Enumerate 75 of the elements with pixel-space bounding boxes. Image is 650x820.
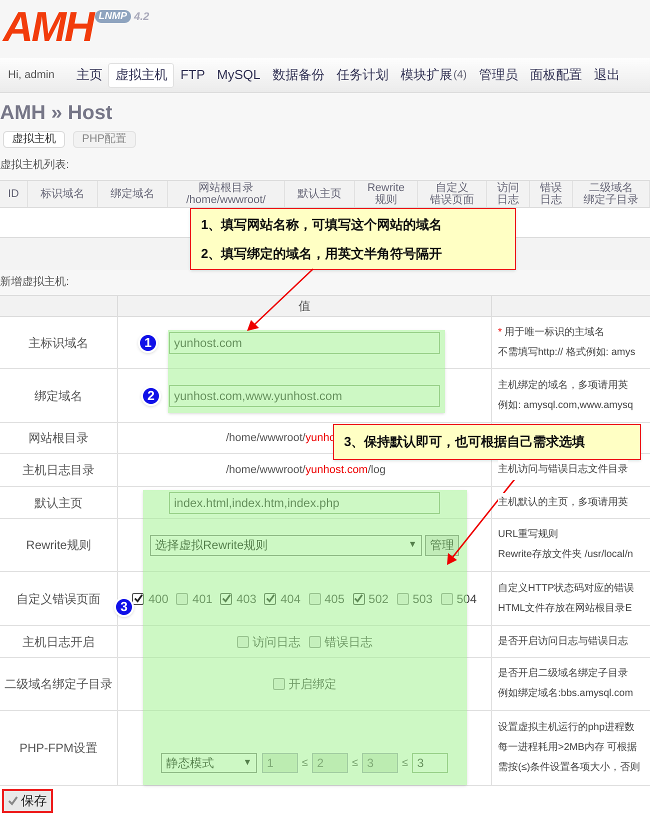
column-header: 绑定域名 xyxy=(98,181,168,207)
column-header: 访问 日志 xyxy=(487,181,530,207)
checkbox-label: 405 xyxy=(324,590,345,608)
checkbox[interactable] xyxy=(176,592,188,604)
column-header: 值 xyxy=(118,296,492,316)
logo-text: AMH xyxy=(3,6,93,48)
callout-text: 2、填写绑定的域名，用英文半角符号隔开 xyxy=(201,245,444,263)
sub-tab[interactable]: 虚拟主机 xyxy=(3,131,65,148)
section-title: 虚拟主机列表: xyxy=(0,158,70,173)
checkbox-label: 502 xyxy=(368,590,389,608)
less-equal-sign: ≤ xyxy=(352,756,358,771)
number-badge: 2 xyxy=(141,386,161,406)
column-header: 自定义 错误页面 xyxy=(418,181,487,207)
nav-tab[interactable]: 主页 xyxy=(70,62,108,88)
field-label: 主标识域名 xyxy=(28,334,88,352)
checkbox-label: 403 xyxy=(236,590,256,608)
section-title: 新增虚拟主机: xyxy=(0,274,70,290)
checkbox[interactable] xyxy=(308,636,320,648)
field-label: 绑定域名 xyxy=(34,388,82,404)
field-label: PHP-FPM设置 xyxy=(20,740,98,757)
column-header: 错误 日志 xyxy=(530,181,573,207)
checkbox-label: 404 xyxy=(280,590,300,608)
checkbox-label: 开启绑定 xyxy=(288,676,336,693)
column-header: 网站根目录 /home/wwwroot/ xyxy=(168,181,285,207)
page-title: AMH » Host xyxy=(0,101,114,125)
field-label: 网站根目录 xyxy=(28,430,88,447)
checkbox-label: 400 xyxy=(148,590,168,608)
column-header: 二级域名 绑定子目录 xyxy=(573,181,650,207)
checkbox[interactable] xyxy=(352,592,365,604)
column-header: 默认主页 xyxy=(285,181,355,207)
path-text: /home/wwwroot/yunhost.com/log xyxy=(226,462,386,478)
column-header: ID xyxy=(0,181,28,207)
field-label: 主机日志开启 xyxy=(22,634,94,650)
nav-tab[interactable]: 任务计划 xyxy=(330,62,394,88)
field-label: 默认主页 xyxy=(34,494,82,512)
arrow-icon xyxy=(247,268,314,331)
checkbox[interactable] xyxy=(264,592,276,604)
nav-tab[interactable]: 模块扩展(4) xyxy=(394,62,473,88)
nav-tab[interactable]: 数据备份 xyxy=(266,62,330,88)
save-button[interactable]: 保存 xyxy=(2,789,53,813)
nav-tab[interactable]: 虚拟主机 xyxy=(108,62,174,88)
checkbox[interactable] xyxy=(272,678,284,690)
nav-tab[interactable]: 管理员 xyxy=(472,62,524,88)
less-equal-sign: ≤ xyxy=(402,756,408,771)
checkbox-label: 错误日志 xyxy=(324,634,372,650)
checkbox[interactable] xyxy=(236,636,248,648)
less-equal-sign: ≤ xyxy=(302,756,308,771)
nav-tab[interactable]: MySQL xyxy=(211,62,266,88)
callout-text: 1、填写网站名称，可填写这个网站的域名 xyxy=(201,216,444,234)
field-label: 自定义错误页面 xyxy=(16,590,100,608)
version-badge: LNMP xyxy=(94,10,131,23)
greeting-text: Hi, admin xyxy=(8,68,54,83)
number-badge: 1 xyxy=(138,333,158,353)
checkbox[interactable] xyxy=(132,592,144,604)
column-header: Rewrite 规则 xyxy=(355,181,418,207)
checkbox-label: 401 xyxy=(192,590,212,608)
field-label: 主机日志目录 xyxy=(22,462,94,479)
column-header: 标识域名 xyxy=(28,181,98,207)
nav-tab[interactable]: 退出 xyxy=(588,62,626,88)
checkbox-label: 503 xyxy=(412,590,433,608)
nav-tab[interactable]: FTP xyxy=(174,62,212,88)
checkbox[interactable] xyxy=(396,592,409,604)
checkbox[interactable] xyxy=(220,592,232,604)
field-description: 主机访问与错误日志文件目录 xyxy=(498,460,628,480)
check-icon xyxy=(8,796,18,806)
field-label: 二级域名绑定子目录 xyxy=(4,676,112,693)
checkbox[interactable] xyxy=(308,592,320,604)
callout-text: 3、保持默认即可，也可根据自己需求选填 xyxy=(344,433,586,452)
nav-tab[interactable]: 面板配置 xyxy=(524,62,588,88)
checkbox-label: 访问日志 xyxy=(252,634,300,650)
checkbox[interactable] xyxy=(440,592,453,604)
field-label: Rewrite规则 xyxy=(26,537,91,554)
checkbox-label: 504 xyxy=(456,590,477,608)
number-badge: 3 xyxy=(114,597,134,617)
version-text: 4.2 xyxy=(134,10,150,25)
